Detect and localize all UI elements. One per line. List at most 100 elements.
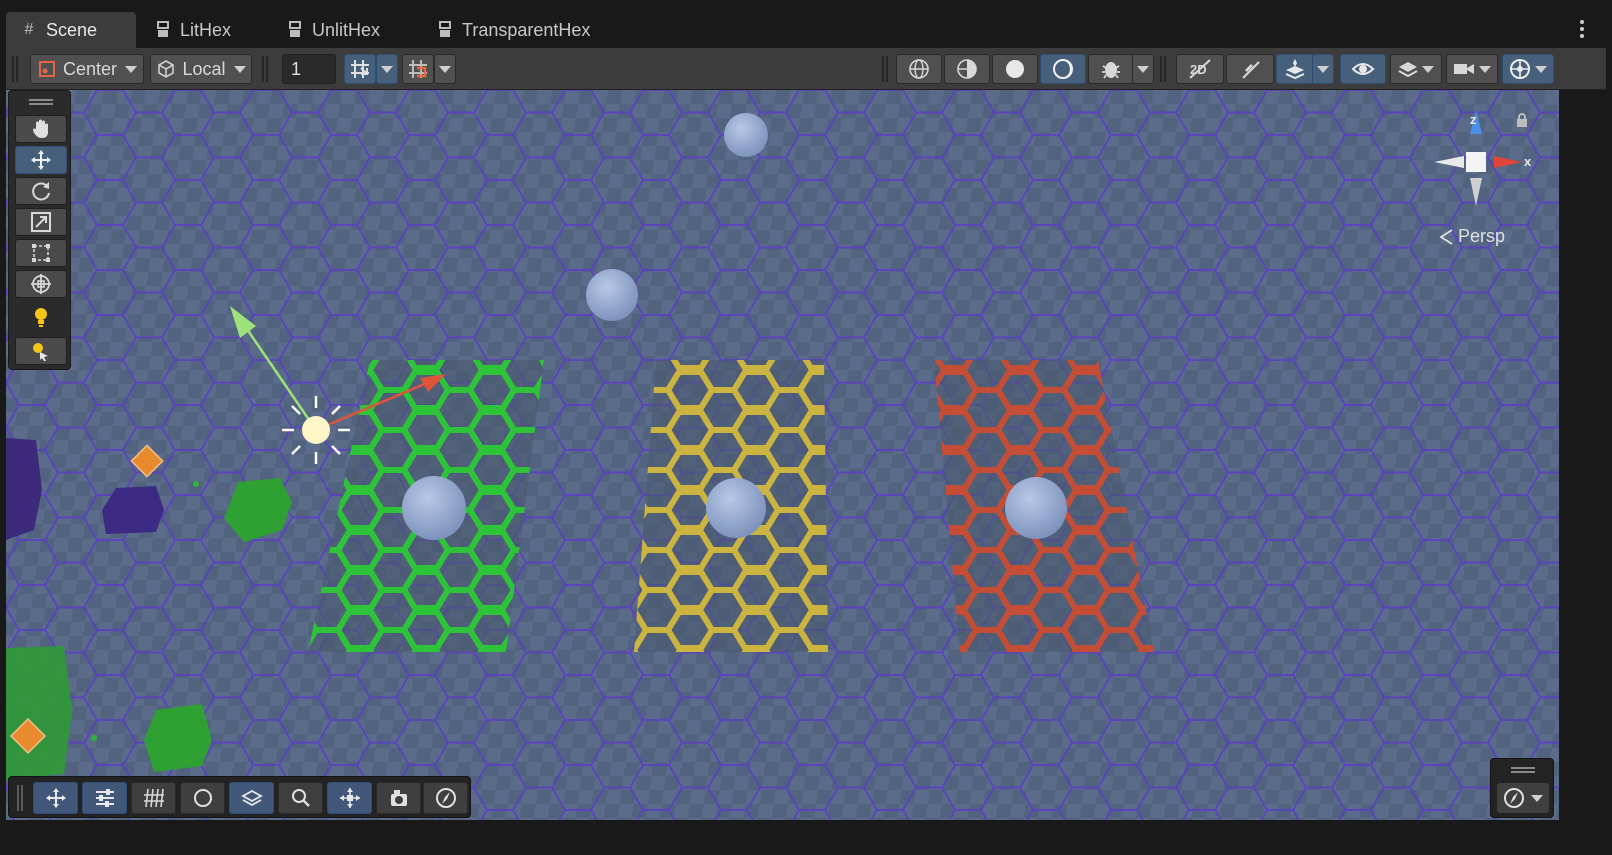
sphere-object[interactable] — [706, 478, 766, 538]
green-dot — [193, 481, 199, 487]
search-icon — [291, 789, 310, 807]
rotate-tool-button[interactable] — [15, 177, 67, 205]
sliders-overlay-button[interactable] — [82, 782, 127, 814]
overlay-grip[interactable] — [17, 785, 23, 811]
debug-draw-dropdown[interactable] — [1132, 54, 1154, 84]
scale-icon — [31, 212, 51, 232]
tools-overlay — [8, 90, 71, 370]
pivot-space-label: Local — [182, 58, 226, 79]
pivot-space-dropdown[interactable]: Local — [150, 54, 252, 84]
overlay-grip[interactable] — [29, 99, 53, 105]
eye-icon — [1351, 63, 1375, 75]
unlit-shading-button[interactable] — [992, 54, 1038, 84]
2d-icon: 2D — [1189, 59, 1211, 79]
axis-z-label: z — [1470, 112, 1477, 127]
transform-tool-button[interactable] — [15, 270, 67, 298]
increment-snap-toggle[interactable] — [402, 54, 434, 84]
grid-snap-toggle[interactable] — [344, 54, 376, 84]
rect-tool-button[interactable] — [15, 239, 67, 267]
gizmo-center-cube[interactable] — [1466, 152, 1486, 172]
gizmo-globe-icon — [1510, 59, 1530, 79]
tab-label: LitHex — [180, 19, 232, 40]
grid-snap-icon — [351, 60, 369, 78]
overlay-grip[interactable] — [1511, 767, 1535, 773]
light-off-icon — [1242, 61, 1260, 79]
light-probe-tool-icon — [33, 343, 48, 361]
layers-icon — [1398, 62, 1418, 78]
lighting-toggle[interactable] — [1226, 54, 1274, 84]
increment-snap-dropdown[interactable] — [434, 54, 456, 84]
pivot-overlay-button[interactable] — [327, 782, 372, 814]
prefab-icon — [286, 21, 304, 39]
pivot-center-icon — [38, 61, 55, 77]
lock-icon[interactable] — [1514, 112, 1530, 128]
gizmos-dropdown[interactable] — [1502, 54, 1554, 84]
bug-icon — [1102, 62, 1120, 79]
window-right-border — [1559, 90, 1612, 820]
fx-dropdown[interactable] — [1312, 54, 1334, 84]
shaded-button[interactable] — [1040, 54, 1086, 84]
snap-increment-field[interactable]: 1 — [282, 54, 336, 84]
sphere-object[interactable] — [1005, 477, 1067, 539]
scene-visibility-toggle[interactable] — [1340, 54, 1386, 84]
neg-z-cone[interactable] — [1470, 178, 1482, 206]
compass-overlay-button[interactable] — [423, 782, 468, 814]
camera-overlay-button[interactable] — [376, 782, 421, 814]
more-options-icon[interactable] — [1580, 20, 1586, 38]
prefab-icon — [436, 21, 454, 39]
neg-x-cone[interactable] — [1434, 156, 1464, 168]
custom-tool-button[interactable] — [15, 337, 67, 365]
light-bulb-icon[interactable] — [31, 305, 51, 329]
compass-icon — [1504, 788, 1524, 808]
grid-snap-dropdown[interactable] — [376, 54, 398, 84]
green-hex-tile[interactable] — [6, 646, 72, 780]
shaded-wireframe-button[interactable] — [944, 54, 990, 84]
layers-dropdown[interactable] — [1390, 54, 1442, 84]
hand-tool-button[interactable] — [15, 115, 67, 143]
fx-toggle[interactable] — [1276, 54, 1314, 84]
toolbar-grip[interactable] — [1160, 56, 1166, 82]
camera-icon — [390, 790, 407, 806]
tab-scene[interactable]: # Scene — [6, 12, 136, 48]
move-tool-button[interactable] — [15, 146, 67, 174]
camera-settings-dropdown[interactable] — [1446, 54, 1498, 84]
x-axis-cone[interactable] — [1494, 156, 1522, 168]
orientation-overlay-dropdown[interactable] — [1497, 783, 1549, 813]
debug-draw-button[interactable] — [1088, 54, 1134, 84]
projection-toggle[interactable]: Persp — [1438, 226, 1505, 247]
sliders-icon — [95, 789, 114, 807]
pivot-mode-label: Center — [62, 58, 118, 79]
grid-overlay-button[interactable] — [131, 782, 176, 814]
layers-overlay-button[interactable] — [229, 782, 274, 814]
tab-unlithex[interactable]: UnlitHex — [272, 12, 412, 48]
scene-viewport[interactable] — [6, 90, 1559, 820]
move-overlay-button[interactable] — [33, 782, 78, 814]
toolbar-grip[interactable] — [882, 56, 888, 82]
layers-fx-icon — [1285, 59, 1305, 80]
orientation-gizmo[interactable]: z x — [1430, 108, 1550, 218]
tab-label: TransparentHex — [462, 19, 591, 40]
scene-canvas[interactable] — [6, 90, 1559, 820]
shaded-wireframe-icon — [957, 59, 977, 79]
sphere-object[interactable] — [724, 113, 768, 157]
increment-snap-icon — [409, 60, 427, 78]
2d-toggle[interactable]: 2D — [1176, 54, 1224, 84]
projection-label: Persp — [1458, 226, 1506, 246]
shaded-sphere-icon — [1053, 59, 1073, 79]
search-overlay-button[interactable] — [278, 782, 323, 814]
transform-icon — [31, 274, 51, 294]
sphere-object[interactable] — [402, 476, 466, 540]
bottom-overlay-toolbar — [8, 776, 471, 818]
tab-lithex[interactable]: LitHex — [140, 12, 260, 48]
wireframe-shading-button[interactable] — [896, 54, 942, 84]
sphere-object[interactable] — [586, 269, 638, 321]
scale-tool-button[interactable] — [15, 208, 67, 236]
toolbar-grip[interactable] — [12, 56, 18, 82]
tab-transparenthex[interactable]: TransparentHex — [422, 12, 602, 48]
scene-toolbar: Center Local 1 — [6, 48, 1606, 90]
toolbar-grip[interactable] — [262, 56, 268, 82]
pivot-mode-dropdown[interactable]: Center — [30, 54, 144, 84]
shading-overlay-button[interactable] — [180, 782, 225, 814]
pivot-icon — [339, 788, 360, 808]
cube-icon — [158, 60, 175, 78]
